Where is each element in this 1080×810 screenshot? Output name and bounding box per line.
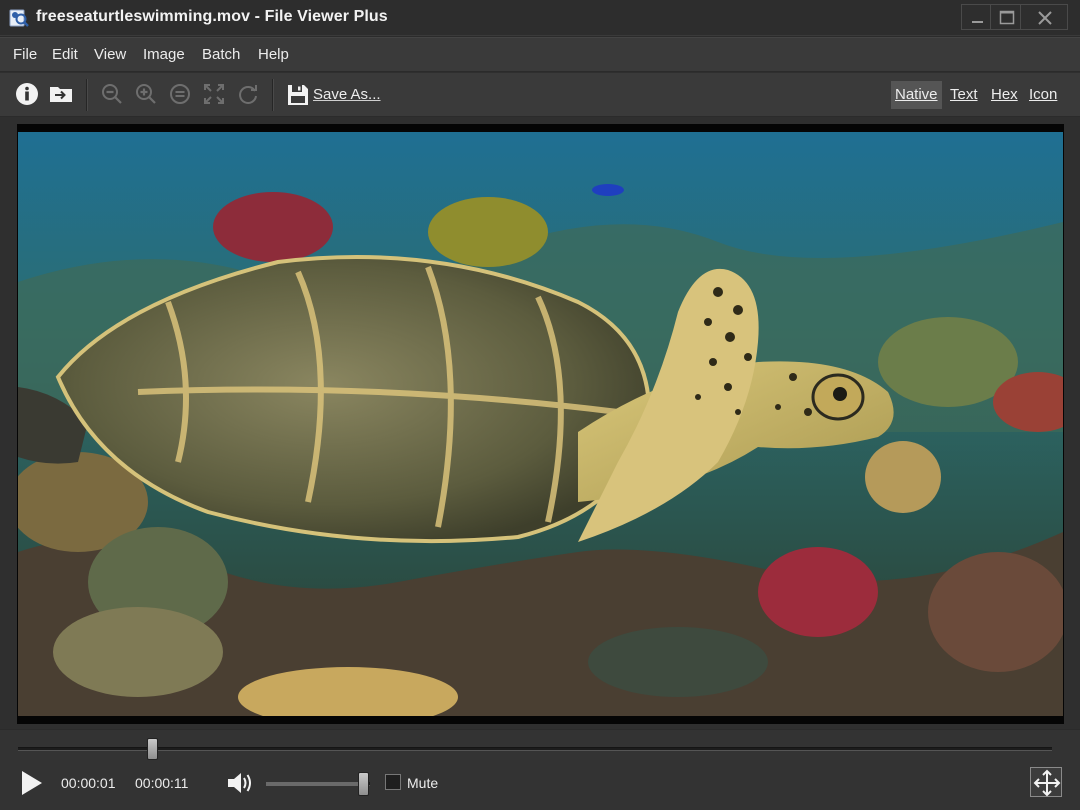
fit-to-window-button[interactable] bbox=[200, 80, 228, 108]
open-button[interactable] bbox=[47, 80, 75, 108]
fullscreen-icon bbox=[1033, 769, 1061, 797]
seek-bar[interactable] bbox=[18, 747, 1052, 751]
zoom-in-button[interactable] bbox=[132, 80, 160, 108]
save-as-label: Save As... bbox=[313, 86, 381, 103]
maximize-button[interactable] bbox=[990, 4, 1022, 30]
tab-native[interactable]: Native bbox=[891, 81, 942, 109]
tab-text[interactable]: Text bbox=[946, 81, 982, 109]
zoom-out-icon bbox=[102, 84, 122, 104]
fullscreen-button[interactable] bbox=[1030, 767, 1062, 797]
speaker-icon bbox=[228, 773, 251, 793]
toolbar-separator bbox=[86, 79, 88, 111]
tab-hex[interactable]: Hex bbox=[987, 81, 1022, 109]
sea-turtle-video-frame bbox=[18, 132, 1063, 716]
zoom-reset-icon bbox=[170, 84, 190, 104]
info-icon bbox=[16, 83, 38, 105]
open-folder-icon bbox=[50, 87, 72, 102]
menu-file[interactable]: File bbox=[13, 46, 37, 63]
menu-bar: File Edit View Image Batch Help bbox=[0, 37, 1080, 71]
menu-image[interactable]: Image bbox=[143, 46, 185, 63]
total-time: 00:00:11 bbox=[135, 775, 189, 791]
play-button[interactable] bbox=[18, 768, 46, 798]
play-icon bbox=[22, 771, 42, 795]
info-button[interactable] bbox=[13, 80, 41, 108]
app-logo-icon bbox=[9, 9, 29, 27]
zoom-reset-button[interactable] bbox=[166, 80, 194, 108]
fit-to-window-icon bbox=[204, 84, 224, 104]
rotate-icon bbox=[239, 85, 257, 104]
close-button[interactable] bbox=[1020, 4, 1068, 30]
rotate-button[interactable] bbox=[234, 80, 262, 108]
window-title: freeseaturtleswimming.mov - File Viewer … bbox=[36, 8, 388, 25]
playback-controls bbox=[0, 730, 1080, 810]
volume-thumb[interactable] bbox=[357, 772, 369, 796]
volume-button[interactable] bbox=[225, 768, 257, 798]
current-time: 00:00:01 bbox=[61, 775, 116, 791]
menu-edit[interactable]: Edit bbox=[52, 46, 78, 63]
menu-help[interactable]: Help bbox=[258, 46, 289, 63]
zoom-out-button[interactable] bbox=[98, 80, 126, 108]
tab-icon[interactable]: Icon bbox=[1025, 81, 1061, 109]
toolbar-separator bbox=[272, 79, 274, 111]
save-icon bbox=[288, 85, 308, 105]
volume-level bbox=[266, 782, 363, 786]
video-frame[interactable] bbox=[18, 132, 1063, 716]
zoom-in-icon bbox=[136, 84, 156, 104]
mute-checkbox[interactable] bbox=[385, 774, 401, 790]
maximize-icon bbox=[999, 10, 1015, 25]
menu-batch[interactable]: Batch bbox=[202, 46, 240, 63]
title-bar: freeseaturtleswimming.mov - File Viewer … bbox=[0, 0, 1080, 36]
menu-view[interactable]: View bbox=[94, 46, 126, 63]
close-icon bbox=[1038, 11, 1052, 25]
minimize-button[interactable] bbox=[961, 4, 993, 30]
toolbar: Save As... Native Text Hex Icon bbox=[0, 72, 1080, 116]
seek-thumb[interactable] bbox=[147, 738, 159, 760]
mute-label: Mute bbox=[407, 775, 439, 791]
